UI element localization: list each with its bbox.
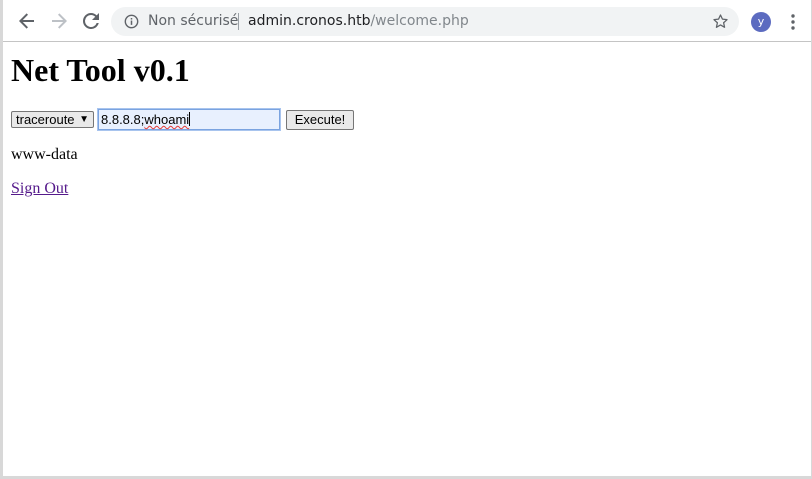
text-caret <box>189 112 191 126</box>
arrow-left-icon <box>19 13 34 29</box>
profile-avatar[interactable]: y <box>751 12 771 32</box>
dropdown-arrow-icon: ▼ <box>79 114 89 125</box>
browser-toolbar: Non sécurisé admin.cronos.htb/welcome.ph… <box>3 0 811 42</box>
address-bar[interactable]: Non sécurisé admin.cronos.htb/welcome.ph… <box>111 7 739 36</box>
reload-icon <box>83 13 99 29</box>
arrow-right-icon <box>52 13 67 29</box>
bookmark-star-icon[interactable] <box>712 13 729 30</box>
url-separator <box>238 13 239 30</box>
browser-menu-button[interactable] <box>783 12 803 32</box>
vertical-dots-icon <box>791 14 795 30</box>
reload-button[interactable] <box>79 9 103 33</box>
url-host: admin.cronos.htb <box>248 13 371 29</box>
url-path: /welcome.php <box>370 13 469 29</box>
page-title: Net Tool v0.1 <box>11 52 190 88</box>
url-text[interactable]: admin.cronos.htb/welcome.php <box>248 13 469 29</box>
info-icon[interactable] <box>124 14 139 29</box>
host-input-misspelled-text: whoami <box>144 112 190 127</box>
sign-out-link[interactable]: Sign Out <box>11 180 68 198</box>
forward-button[interactable] <box>47 9 71 33</box>
host-input[interactable]: 8.8.8.8;whoami <box>97 108 281 131</box>
back-button[interactable] <box>15 9 39 33</box>
execute-button[interactable]: Execute! <box>286 110 354 130</box>
host-input-text: 8.8.8.8; <box>101 112 145 127</box>
security-label: Non sécurisé <box>148 13 239 29</box>
command-select[interactable]: traceroute ▼ <box>11 111 94 128</box>
command-output: www-data <box>11 146 78 163</box>
command-select-value: traceroute <box>16 112 75 127</box>
browser-window: Non sécurisé admin.cronos.htb/welcome.ph… <box>0 0 812 479</box>
page-content: Net Tool v0.1 traceroute ▼ 8.8.8.8;whoam… <box>11 43 811 476</box>
